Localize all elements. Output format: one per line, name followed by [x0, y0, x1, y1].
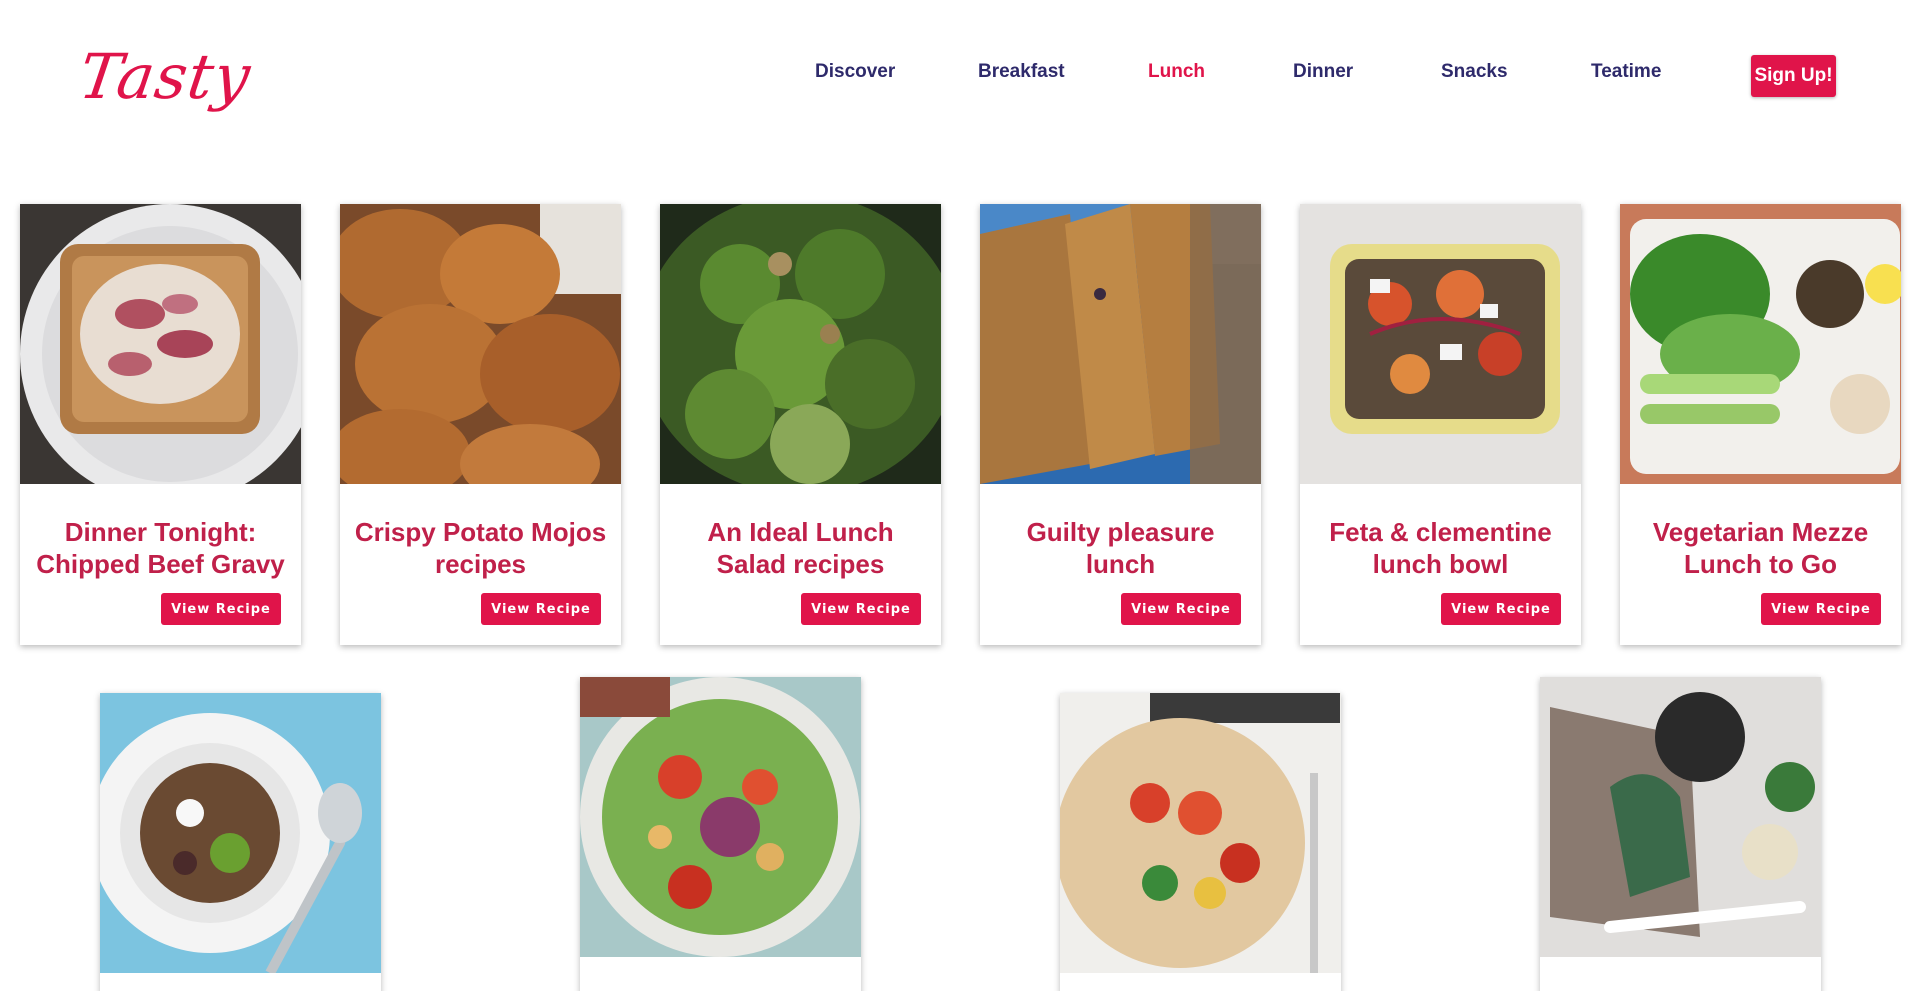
view-recipe-button[interactable]: View Recipe — [801, 593, 921, 625]
nav-breakfast[interactable]: Breakfast — [978, 61, 1065, 83]
recipe-title: An Ideal Lunch Salad recipes — [707, 517, 894, 579]
recipe-card[interactable]: An Ideal Lunch Salad recipes View Recipe — [660, 204, 941, 645]
recipe-card[interactable] — [100, 693, 381, 991]
nav-teatime[interactable]: Teatime — [1591, 61, 1661, 83]
recipe-photo-guilty-pleasure[interactable] — [980, 204, 1261, 484]
recipe-card[interactable] — [1540, 677, 1821, 991]
recipe-photo-potato-mojos[interactable] — [340, 204, 621, 484]
view-recipe-button[interactable]: View Recipe — [481, 593, 601, 625]
recipe-card[interactable]: Crispy Potato Mojos recipes View Recipe — [340, 204, 621, 645]
recipe-title: Dinner Tonight: Chipped Beef Gravy — [36, 517, 285, 579]
recipe-title: Feta & clementine lunch bowl — [1329, 517, 1552, 579]
recipe-photo-mezze[interactable] — [1620, 204, 1901, 484]
signup-button[interactable]: Sign Up! — [1751, 55, 1836, 97]
recipe-card[interactable]: Vegetarian Mezze Lunch to Go View Recipe — [1620, 204, 1901, 645]
recipe-photo-wrap[interactable] — [1540, 677, 1821, 957]
recipe-card[interactable]: Dinner Tonight: Chipped Beef Gravy View … — [20, 204, 301, 645]
recipe-photo-granola-bowl[interactable] — [100, 693, 381, 973]
recipe-card[interactable] — [1060, 693, 1341, 991]
recipe-card[interactable]: Guilty pleasure lunch View Recipe — [980, 204, 1261, 645]
recipe-title: Vegetarian Mezze Lunch to Go — [1652, 517, 1869, 579]
main-nav: Discover Breakfast Lunch Dinner Snacks T… — [0, 55, 1920, 105]
recipe-photo-feta-bowl[interactable] — [1300, 204, 1581, 484]
nav-discover[interactable]: Discover — [815, 61, 895, 83]
recipe-photo-chipped-beef[interactable] — [20, 204, 301, 484]
recipe-photo-tomato-plate[interactable] — [1060, 693, 1341, 973]
recipe-card[interactable]: Feta & clementine lunch bowl View Recipe — [1300, 204, 1581, 645]
nav-dinner[interactable]: Dinner — [1293, 61, 1353, 83]
recipe-card[interactable] — [580, 677, 861, 991]
recipe-title: Crispy Potato Mojos recipes — [354, 517, 607, 579]
view-recipe-button[interactable]: View Recipe — [1761, 593, 1881, 625]
view-recipe-button[interactable]: View Recipe — [1441, 593, 1561, 625]
nav-lunch[interactable]: Lunch — [1148, 61, 1205, 83]
recipe-photo-chickpea-salad[interactable] — [580, 677, 861, 957]
view-recipe-button[interactable]: View Recipe — [161, 593, 281, 625]
recipe-title: Guilty pleasure lunch — [1026, 517, 1215, 579]
nav-snacks[interactable]: Snacks — [1441, 61, 1508, 83]
recipe-photo-lunch-salad[interactable] — [660, 204, 941, 484]
view-recipe-button[interactable]: View Recipe — [1121, 593, 1241, 625]
